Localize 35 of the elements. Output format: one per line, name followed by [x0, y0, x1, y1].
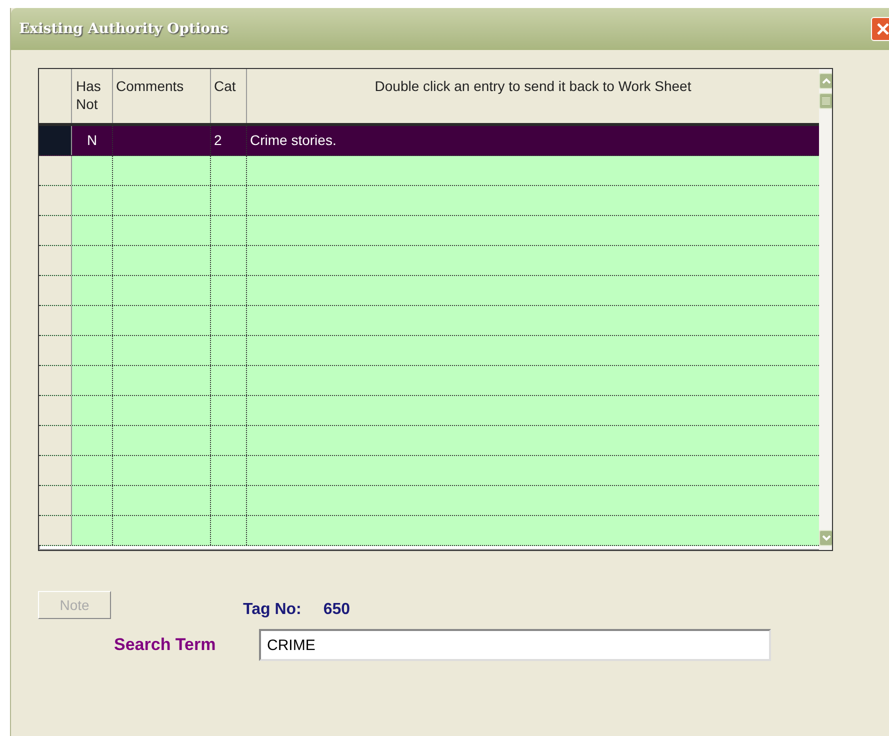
table-row[interactable]	[39, 336, 819, 366]
search-field[interactable]: CRIME	[259, 629, 771, 661]
table-row[interactable]	[39, 426, 819, 456]
chevron-up-icon	[822, 78, 830, 84]
table-row[interactable]	[39, 246, 819, 276]
close-button[interactable]	[871, 17, 889, 41]
column-header[interactable]: Comments	[113, 69, 211, 123]
table-cell: Crime stories.	[250, 132, 336, 148]
tag-label: Tag No:	[243, 601, 302, 619]
table-cell: N	[86, 132, 98, 148]
column-header[interactable]: Cat	[211, 69, 247, 123]
close-icon	[876, 22, 889, 36]
scroll-down-button[interactable]	[819, 530, 832, 546]
search-label: Search Term	[114, 635, 217, 655]
row-header[interactable]	[39, 126, 72, 155]
grip-icon	[822, 97, 830, 105]
table-row[interactable]	[39, 456, 819, 486]
chevron-down-icon	[822, 535, 830, 541]
window-title: Existing Authority Options	[18, 21, 228, 37]
table-row[interactable]	[39, 396, 819, 426]
table-row[interactable]	[39, 216, 819, 246]
column-header[interactable]: Double click an entry to send it back to Work Sheet	[247, 69, 819, 123]
table-row[interactable]	[39, 306, 819, 336]
table-row[interactable]	[39, 486, 819, 516]
table-row[interactable]	[39, 366, 819, 396]
scroll-thumb[interactable]	[819, 93, 832, 109]
column-header[interactable]: Has Not	[72, 69, 113, 123]
scroll-up-button[interactable]	[819, 73, 832, 89]
table-row[interactable]: N 2 Crime stories.	[39, 126, 819, 156]
table-cell: 2	[214, 132, 222, 148]
table-row[interactable]	[39, 186, 819, 216]
tag-value: 650	[323, 601, 350, 619]
scrollbar[interactable]	[819, 69, 832, 550]
table-row[interactable]	[39, 276, 819, 306]
table-row[interactable]	[39, 516, 819, 546]
